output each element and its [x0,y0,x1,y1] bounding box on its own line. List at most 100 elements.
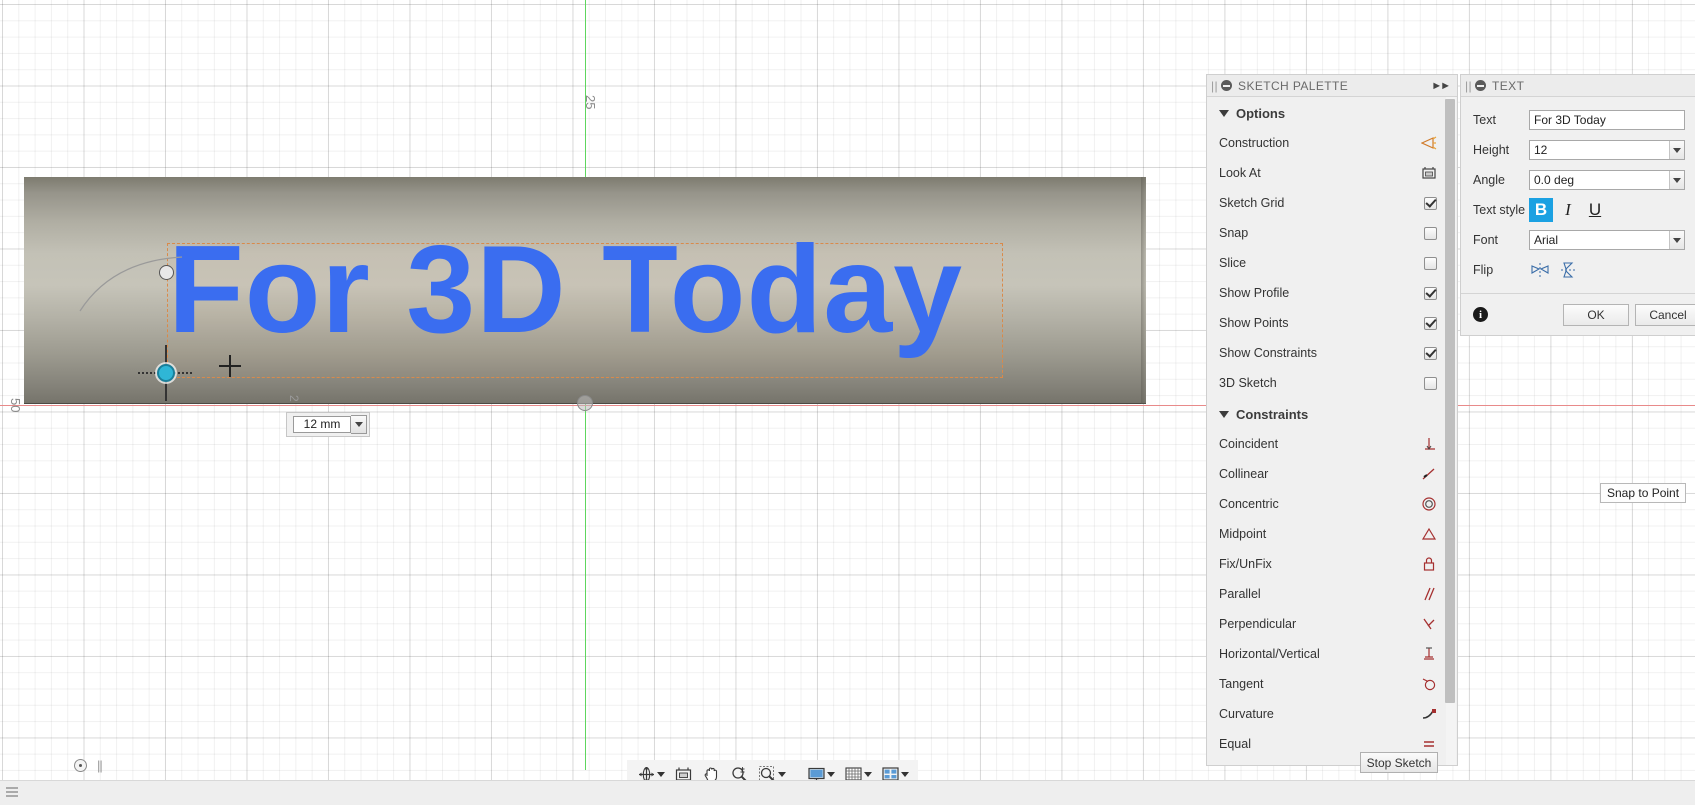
chevron-down-icon[interactable] [657,771,665,777]
sketch-palette-panel[interactable]: || SKETCH PALETTE ►► Options Constructio… [1206,74,1458,766]
palette-label: 3D Sketch [1219,376,1277,390]
italic-button[interactable]: I [1556,198,1580,222]
constraint-row-parallel[interactable]: Parallel [1207,579,1457,609]
palette-row-sketch-grid[interactable]: Sketch Grid [1207,188,1457,218]
bold-button[interactable]: B [1529,198,1553,222]
fix-unfix-constraint-icon[interactable] [1421,556,1437,572]
resize-grip-icon[interactable] [6,787,18,797]
constraint-label: Horizontal/Vertical [1219,647,1320,661]
palette-row-3d-sketch[interactable]: 3D Sketch [1207,368,1457,398]
origin-point[interactable] [157,364,175,382]
status-indicator-icon[interactable] [74,758,87,772]
field-row-text: Text For 3D Today [1461,105,1695,135]
snap-checkbox[interactable] [1424,226,1437,240]
collapse-icon[interactable] [1221,80,1233,91]
chevron-down-icon[interactable] [827,771,835,777]
midpoint-marker[interactable] [577,395,593,411]
angle-input[interactable]: 0.0 deg [1534,171,1574,189]
chevron-down-icon[interactable] [901,771,909,777]
info-icon[interactable]: i [1473,307,1488,322]
dimension-dropdown-button[interactable] [351,415,367,434]
flip-vertical-icon[interactable] [1557,260,1579,280]
text-dialog-titlebar[interactable]: || TEXT [1461,75,1695,97]
constraint-row-fix-unfix[interactable]: Fix/UnFix [1207,549,1457,579]
section-header-options[interactable]: Options [1207,97,1457,128]
arc-endpoint-handle[interactable] [159,265,174,280]
constraint-label: Midpoint [1219,527,1267,541]
palette-row-slice[interactable]: Slice [1207,248,1457,278]
constraint-row-curvature[interactable]: Curvature [1207,699,1457,729]
horizontal-vertical-constraint-icon[interactable] [1421,646,1437,662]
arc-guide-curve [79,256,183,312]
text-style-label: Text style [1473,203,1526,217]
constraint-row-horizontal-vertical[interactable]: Horizontal/Vertical [1207,639,1457,669]
underline-button[interactable]: U [1583,198,1607,222]
constraint-row-concentric[interactable]: Concentric [1207,489,1457,519]
height-input-group[interactable]: 12 [1529,140,1685,160]
height-input[interactable]: 12 [1534,141,1547,159]
perpendicular-constraint-icon[interactable] [1421,616,1437,632]
midpoint-constraint-icon[interactable] [1421,526,1437,542]
show-points-checkbox[interactable] [1424,316,1437,330]
palette-label: Show Profile [1219,286,1290,300]
section-header-constraints[interactable]: Constraints [1207,398,1457,429]
constraint-row-collinear[interactable]: Collinear [1207,459,1457,489]
sketch-text[interactable]: For 3D Today [168,228,963,352]
collapse-icon[interactable] [1475,80,1487,91]
constraint-row-coincident[interactable]: Coincident [1207,429,1457,459]
palette-row-show-points[interactable]: Show Points [1207,308,1457,338]
palette-row-show-constraints[interactable]: Show Constraints [1207,338,1457,368]
tangent-constraint-icon[interactable] [1421,676,1437,692]
text-dialog-panel[interactable]: || TEXT Text For 3D Today Height 12 Angl… [1460,74,1695,336]
palette-row-snap[interactable]: Snap [1207,218,1457,248]
snap-to-point-tooltip: Snap to Point [1600,483,1687,503]
panel-grip-icon[interactable]: || [1465,79,1472,93]
slice-checkbox[interactable] [1424,256,1437,270]
look-at-icon[interactable] [1421,165,1437,181]
palette-scrollbar-thumb[interactable] [1445,99,1455,703]
3d-sketch-checkbox[interactable] [1424,376,1437,390]
status-grip-icon[interactable]: || [97,758,103,773]
show-constraints-checkbox[interactable] [1424,346,1437,360]
constraint-row-tangent[interactable]: Tangent [1207,669,1457,699]
sketch-grid-checkbox[interactable] [1424,196,1437,210]
ok-button[interactable]: OK [1563,303,1629,326]
flip-horizontal-icon[interactable] [1529,260,1551,280]
constraint-label: Coincident [1219,437,1279,451]
field-row-text-style: Text style B I U [1461,195,1695,225]
cancel-button[interactable]: Cancel [1635,303,1695,326]
stop-sketch-button[interactable]: Stop Sketch [1360,752,1438,773]
palette-row-show-profile[interactable]: Show Profile [1207,278,1457,308]
height-dropdown-button[interactable] [1669,141,1684,159]
sketch-palette-titlebar[interactable]: || SKETCH PALETTE ►► [1207,75,1457,97]
dimension-input[interactable]: 12 mm [293,416,351,433]
text-input[interactable]: For 3D Today [1529,110,1685,130]
double-chevron-right-icon[interactable]: ►► [1431,80,1451,92]
field-row-height: Height 12 [1461,135,1695,165]
constraint-row-perpendicular[interactable]: Perpendicular [1207,609,1457,639]
field-row-angle: Angle 0.0 deg [1461,165,1695,195]
show-profile-checkbox[interactable] [1424,286,1437,300]
construction-icon[interactable] [1421,135,1437,151]
palette-scrollbar-track[interactable] [1445,97,1456,765]
font-select[interactable]: Arial [1529,230,1685,250]
chevron-down-icon [1673,237,1681,243]
font-dropdown-button[interactable] [1669,231,1684,249]
chevron-down-icon[interactable] [778,771,786,777]
parallel-constraint-icon[interactable] [1421,586,1437,602]
text-dialog-fields: Text For 3D Today Height 12 Angle 0.0 de… [1461,97,1695,293]
concentric-constraint-icon[interactable] [1421,496,1437,512]
chevron-down-icon[interactable] [864,771,872,777]
coincident-constraint-icon[interactable] [1421,436,1437,452]
collinear-constraint-icon[interactable] [1421,466,1437,482]
curvature-constraint-icon[interactable] [1421,706,1437,722]
field-row-flip: Flip [1461,255,1695,285]
angle-dropdown-button[interactable] [1669,171,1684,189]
palette-row-construction[interactable]: Construction [1207,128,1457,158]
dimension-input-group[interactable]: 12 mm [286,412,370,437]
constraint-row-midpoint[interactable]: Midpoint [1207,519,1457,549]
angle-input-group[interactable]: 0.0 deg [1529,170,1685,190]
equal-constraint-icon[interactable] [1421,736,1437,752]
panel-grip-icon[interactable]: || [1211,79,1218,93]
palette-row-look-at[interactable]: Look At [1207,158,1457,188]
